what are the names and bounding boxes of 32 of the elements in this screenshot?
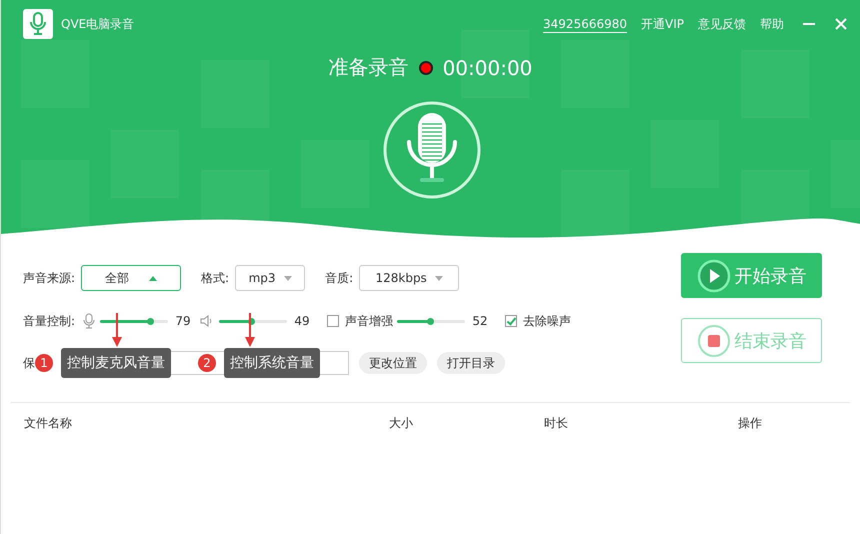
save-label: 保: [23, 354, 35, 372]
source-label: 声音来源:: [23, 270, 76, 286]
header-link[interactable]: 帮助: [760, 16, 784, 32]
record-button[interactable]: 结束录音: [681, 318, 822, 363]
format-label: 格式:: [201, 270, 230, 286]
enhance-value: 52: [471, 314, 489, 328]
denoise-label: 去除噪声: [523, 312, 572, 330]
column-header: 时长: [544, 415, 568, 432]
system-volume-value: 49: [293, 314, 311, 328]
quality-label: 音质:: [325, 270, 354, 286]
account-link[interactable]: 34925666980: [543, 17, 628, 31]
number-badge: 2: [198, 354, 216, 372]
column-header: 操作: [738, 415, 762, 432]
number-badge: 1: [35, 354, 53, 372]
app-title: QVE电脑录音: [61, 16, 134, 32]
folder-button[interactable]: 更改位置: [359, 352, 427, 374]
quality-dropdown[interactable]: 128kbps: [359, 265, 460, 291]
folder-button[interactable]: 打开目录: [437, 352, 505, 374]
record-button[interactable]: 开始录音: [681, 253, 822, 298]
timer: 00:00:00: [442, 56, 532, 80]
column-header: 大小: [389, 415, 413, 432]
callout-tooltip: 控制麦克风音量: [61, 348, 171, 378]
status-label: 准备录音: [328, 54, 409, 81]
mic-volume-value: 79: [174, 314, 192, 328]
header-link[interactable]: 开通VIP: [641, 16, 684, 32]
enhance-label: 声音增强: [345, 312, 394, 330]
callout-tooltip: 控制系统音量: [224, 348, 320, 378]
format-dropdown[interactable]: mp3: [235, 265, 306, 291]
volume-label: 音量控制:: [23, 312, 76, 330]
header-link[interactable]: 意见反馈: [698, 16, 746, 32]
column-header: 文件名称: [24, 415, 72, 432]
source-dropdown[interactable]: 全部: [81, 265, 182, 291]
